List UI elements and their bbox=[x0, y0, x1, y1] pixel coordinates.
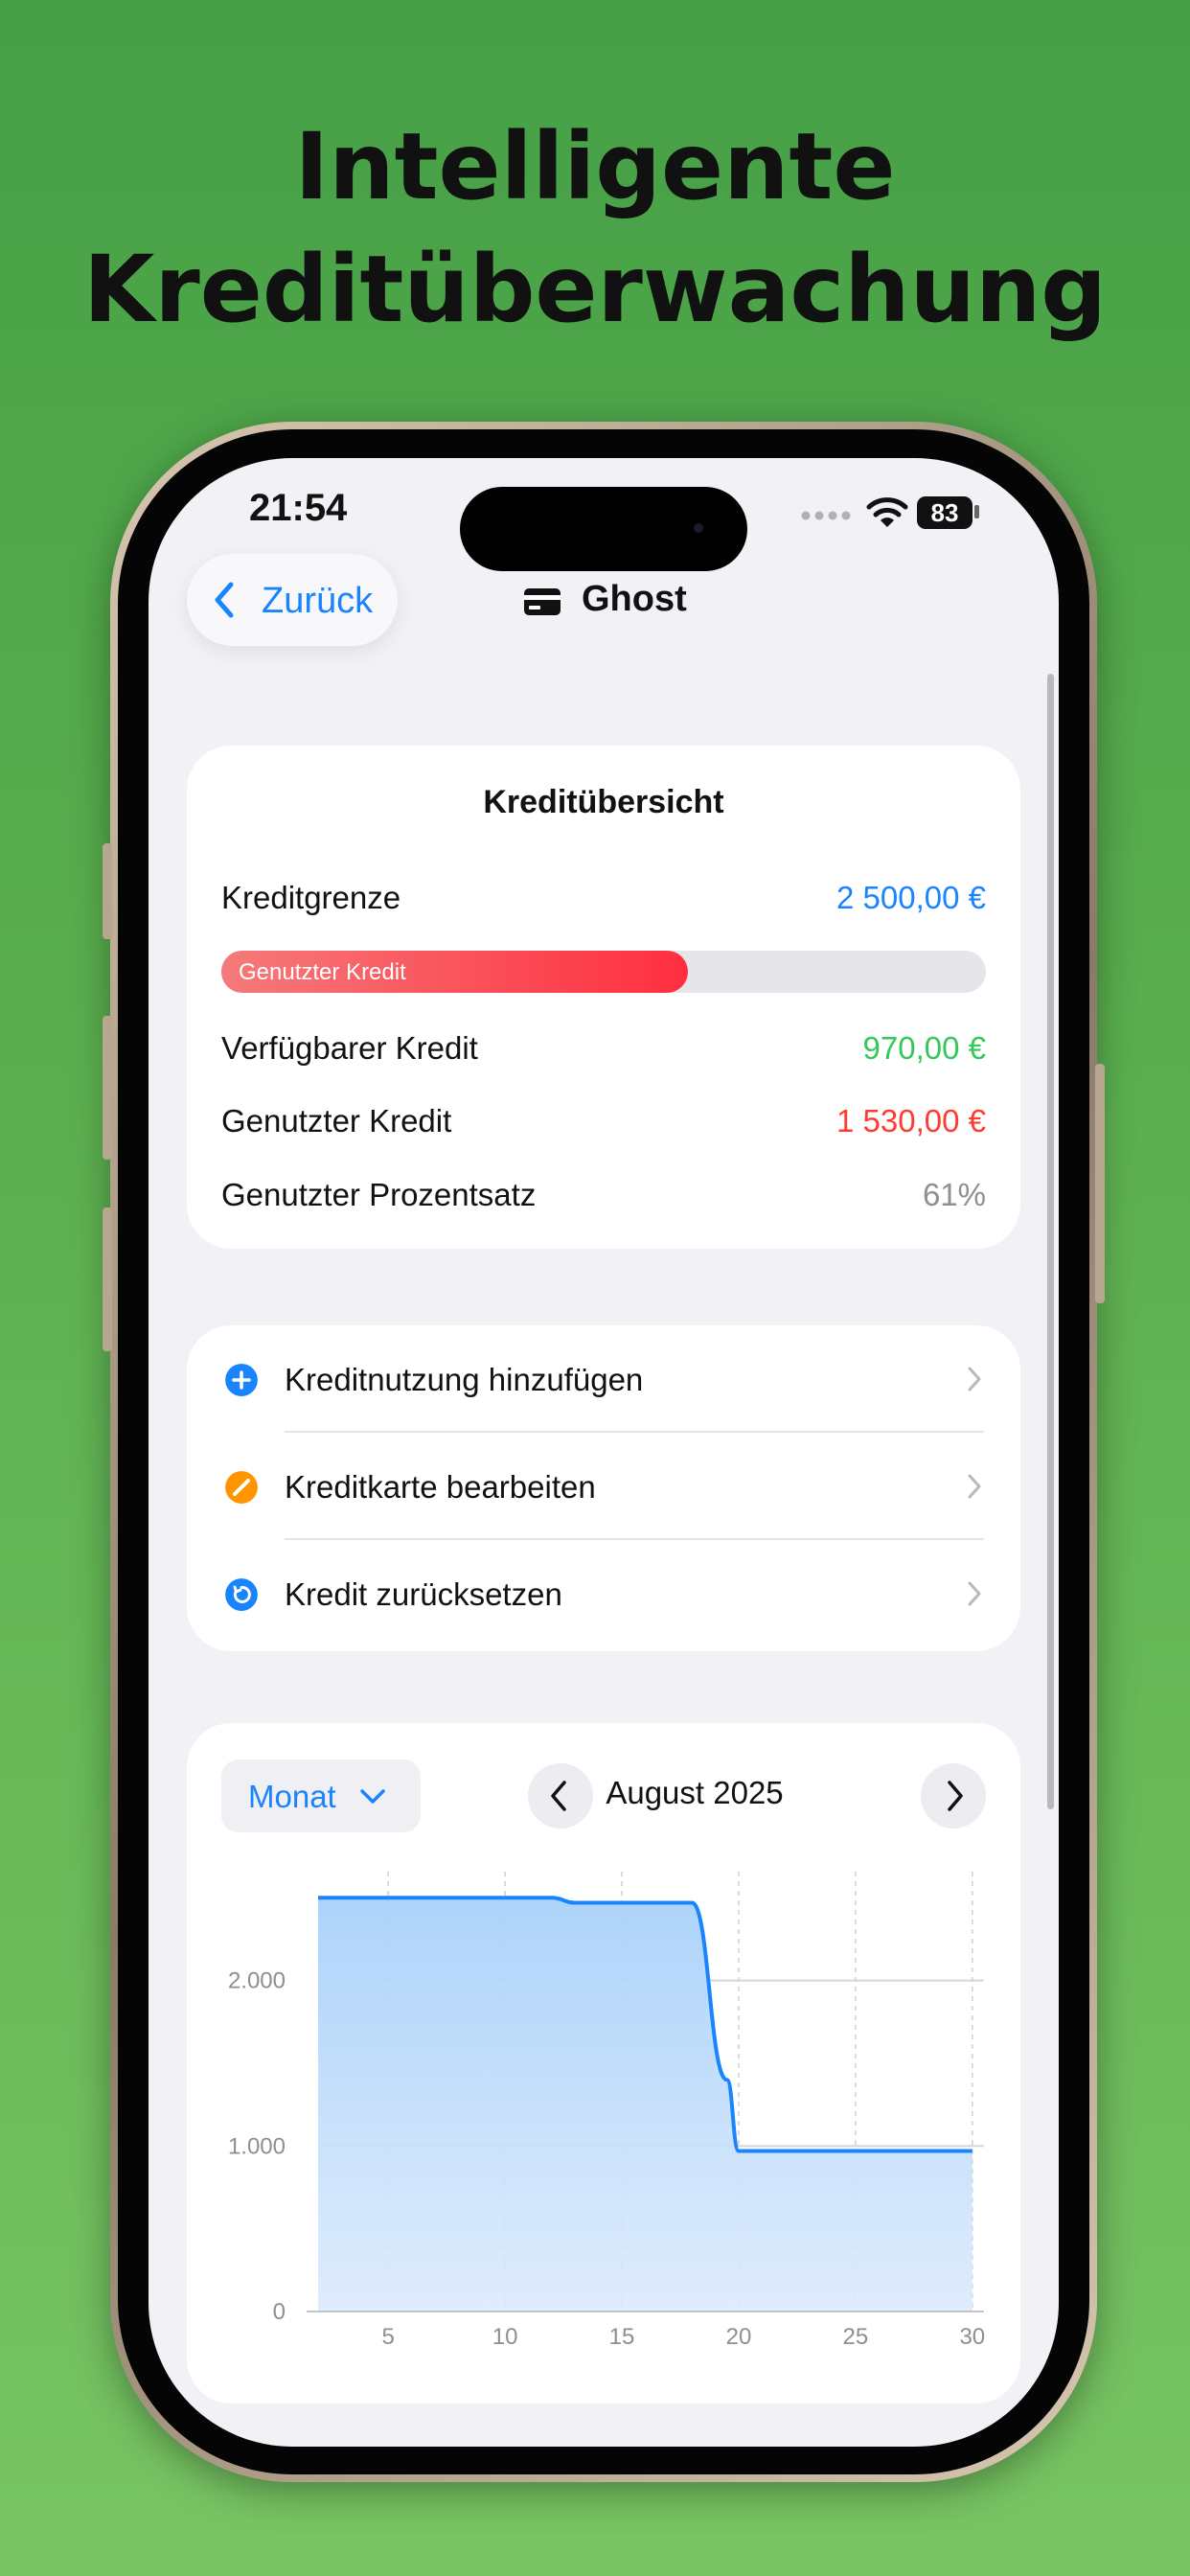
chevron-right-icon bbox=[968, 1581, 981, 1606]
y-tick-label: 2.000 bbox=[228, 1968, 286, 1994]
signal-dots-icon bbox=[801, 511, 851, 520]
actions-card: Kreditnutzung hinzufügen Kreditkarte bea… bbox=[187, 1325, 1020, 1651]
x-tick-label: 25 bbox=[843, 2324, 869, 2350]
mute-switch bbox=[103, 843, 112, 939]
credit-history-chart: 0 1.000 2.000 5 10 15 20 25 30 bbox=[228, 1872, 985, 2350]
credit-usage-fill: Genutzter Kredit bbox=[221, 951, 688, 993]
nav-title-text: Ghost bbox=[582, 579, 687, 619]
available-credit-row: Verfügbarer Kredit 970,00 € bbox=[221, 1030, 986, 1078]
credit-limit-value: 2 500,00 € bbox=[836, 880, 986, 915]
available-credit-label: Verfügbarer Kredit bbox=[221, 1030, 478, 1066]
used-credit-row: Genutzter Kredit 1 530,00 € bbox=[221, 1103, 986, 1151]
back-button[interactable]: Zurück bbox=[187, 554, 398, 646]
edit-credit-card-button[interactable]: Kreditkarte bearbeiten bbox=[187, 1433, 1020, 1540]
y-tick-label: 1.000 bbox=[228, 2133, 286, 2159]
power-button bbox=[1095, 1064, 1105, 1303]
action-label: Kreditnutzung hinzufügen bbox=[285, 1362, 644, 1397]
available-credit-value: 970,00 € bbox=[862, 1030, 986, 1066]
used-percent-label: Genutzter Prozentsatz bbox=[221, 1177, 537, 1212]
card-title: Kreditübersicht bbox=[483, 784, 724, 820]
scrollbar[interactable] bbox=[1047, 674, 1054, 1809]
headline-line-1: Intelligente bbox=[294, 113, 896, 220]
credit-usage-label: Genutzter Kredit bbox=[239, 959, 406, 985]
credit-limit-label: Kreditgrenze bbox=[221, 880, 401, 915]
status-time: 21:54 bbox=[249, 487, 348, 529]
reset-credit-button[interactable]: Kredit zurücksetzen bbox=[187, 1540, 1020, 1647]
credit-limit-row: Kreditgrenze 2 500,00 € bbox=[221, 880, 986, 928]
headline: Intelligente Kreditüberwachung bbox=[0, 105, 1190, 351]
credit-overview-card: Kreditübersicht Kreditgrenze 2 500,00 € … bbox=[187, 746, 1020, 1249]
x-tick-label: 15 bbox=[609, 2324, 635, 2350]
app-screen: 21:54 83 Zurück Ghost Kreditübersicht Kr… bbox=[149, 458, 1059, 2447]
action-label: Kreditkarte bearbeiten bbox=[285, 1469, 596, 1505]
x-tick-label: 20 bbox=[726, 2324, 752, 2350]
back-label: Zurück bbox=[262, 581, 374, 621]
wifi-icon bbox=[866, 497, 908, 527]
x-tick-label: 5 bbox=[381, 2324, 394, 2350]
battery-tip bbox=[974, 505, 979, 518]
action-label: Kredit zurücksetzen bbox=[285, 1576, 562, 1612]
used-percent-value: 61% bbox=[922, 1177, 986, 1212]
credit-card-icon bbox=[524, 588, 561, 615]
chevron-right-icon bbox=[968, 1474, 981, 1499]
battery-icon: 83 bbox=[917, 496, 973, 529]
dynamic-island bbox=[460, 487, 747, 571]
chevron-left-icon bbox=[215, 582, 234, 618]
chevron-right-icon bbox=[968, 1367, 981, 1392]
add-credit-usage-button[interactable]: Kreditnutzung hinzufügen bbox=[187, 1325, 1020, 1433]
credit-usage-bar: Genutzter Kredit bbox=[221, 951, 986, 993]
plus-circle-icon bbox=[225, 1364, 258, 1396]
chart-card: Monat August 2025 0 1.000 2.000 5 10 15 20 25 bbox=[187, 1723, 1020, 2404]
used-credit-label: Genutzter Kredit bbox=[221, 1103, 452, 1138]
pencil-circle-icon bbox=[225, 1471, 258, 1504]
reset-circle-icon bbox=[225, 1578, 258, 1611]
camera-dot bbox=[694, 523, 703, 533]
x-tick-label: 30 bbox=[959, 2324, 985, 2350]
used-percent-row: Genutzter Prozentsatz 61% bbox=[221, 1177, 986, 1225]
x-tick-label: 10 bbox=[492, 2324, 518, 2350]
headline-line-2: Kreditüberwachung bbox=[83, 236, 1107, 343]
chart-area bbox=[318, 1898, 973, 2312]
y-tick-label: 0 bbox=[273, 2299, 286, 2325]
volume-down-button bbox=[103, 1208, 112, 1351]
volume-up-button bbox=[103, 1016, 112, 1160]
used-credit-value: 1 530,00 € bbox=[836, 1103, 986, 1138]
status-icons: 83 bbox=[800, 489, 1030, 537]
